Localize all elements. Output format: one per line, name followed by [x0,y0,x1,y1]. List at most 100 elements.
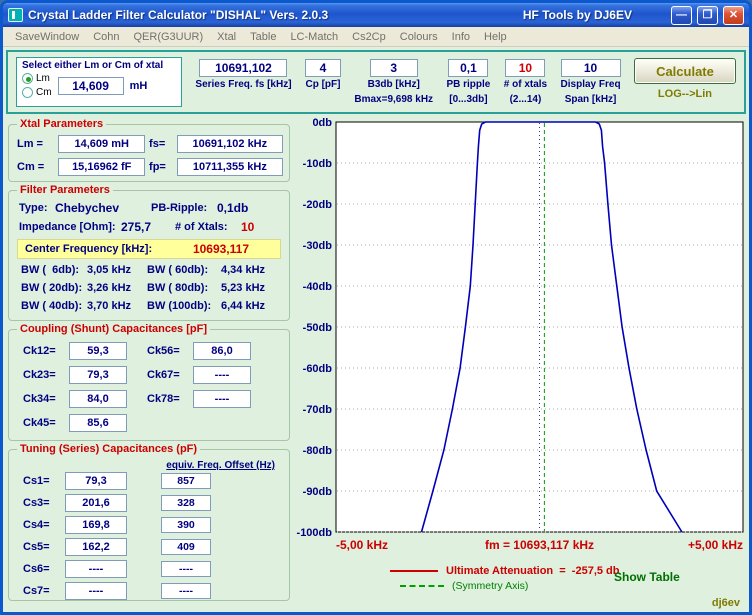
menu-lc-match[interactable]: LC-Match [283,31,345,43]
ck34-value: 84,0 [69,390,127,408]
y-axis-tick-label: -20db [303,199,333,211]
display-span-unit-label: Span [kHz] [565,94,617,107]
bw-100db-value: 6,44 kHz [221,300,281,312]
type-label: Type: [19,202,55,214]
ck45-value: 85,6 [69,414,127,432]
y-axis-tick-label: -60db [303,363,333,375]
radio-lm-label: Lm [36,73,50,84]
title-bar: Crystal Ladder Filter Calculator "DISHAL… [3,3,749,27]
num-xtals-input[interactable] [505,59,545,77]
coupling-capacitances-group: Coupling (Shunt) Capacitances [pF] Ck12=… [8,329,290,441]
lm-label: Lm = [17,138,54,150]
menu-qer-g3uur[interactable]: QER(G3UUR) [127,31,211,43]
cs3-value: 201,6 [65,494,127,512]
top-controls-panel: Select either Lm or Cm of xtal Lm Cm m [6,50,746,114]
fs-label: fs= [149,138,173,150]
series-freq-group: Series Freq. fs [kHz] [195,57,291,92]
window-title: Crystal Ladder Filter Calculator "DISHAL… [28,8,328,22]
tuning-row: Cs7= ---- ---- [23,582,281,600]
menu-cohn[interactable]: Cohn [86,31,126,43]
ck12-label: Ck12= [23,345,63,357]
pb-ripple-input[interactable] [448,59,488,77]
ck23-label: Ck23= [23,369,63,381]
lm-value-input[interactable] [58,77,124,95]
y-axis-tick-label: 0db [312,117,332,129]
tuning-capacitances-group: Tuning (Series) Capacitances (pF) equiv.… [8,449,290,601]
menu-colours[interactable]: Colours [393,31,445,43]
calculate-button[interactable]: Calculate [634,58,736,84]
ck34-label: Ck34= [23,393,63,405]
display-span-input[interactable] [561,59,621,77]
maximize-button[interactable]: ❐ [697,6,718,25]
lm-unit-label: mH [130,80,148,92]
radio-cm[interactable]: Cm [22,87,52,98]
radio-cm-dot-icon[interactable] [22,87,33,98]
coupling-row: Ck78= ---- [147,390,251,408]
y-axis-tick-label: -100db [297,527,333,539]
bw-40db-value: 3,70 kHz [87,300,147,312]
menu-table[interactable]: Table [243,31,283,43]
cp-label: Cp [pF] [305,79,340,92]
coupling-row: Ck56= 86,0 [147,342,251,360]
y-axis-tick-label: -90db [303,486,333,498]
close-button[interactable]: ✕ [723,6,744,25]
ck56-label: Ck56= [147,345,187,357]
b3db-input[interactable] [370,59,418,77]
ck78-value: ---- [193,390,251,408]
filter-parameters-group: Filter Parameters Type: Chebychev PB-Rip… [8,190,290,321]
log-lin-toggle[interactable]: LOG-->Lin [658,88,712,100]
bw-6db-value: 3,05 kHz [87,264,147,276]
ck12-value: 59,3 [69,342,127,360]
y-axis-tick-label: -10db [303,158,333,170]
coupling-left-column: Ck12= 59,3 Ck23= 79,3 Ck34= 84,0 [23,342,127,432]
cs3-offset-value: 328 [161,495,211,511]
radio-group: Lm Cm [22,73,52,98]
xtal-row: Cm = 15,16962 fF fp= 10711,355 kHz [17,158,283,176]
bw-80db-label: BW ( 80db): [147,282,221,294]
cs6-value: ---- [65,560,127,578]
num-xtals-value: 10 [241,220,254,234]
menu-info[interactable]: Info [445,31,477,43]
equiv-freq-offset-link[interactable]: equiv. Freq. Offset (Hz) [166,460,275,471]
filter-type-row: Type: Chebychev PB-Ripple: 0,1db [19,201,281,215]
xtal-parameters-title: Xtal Parameters [17,118,106,130]
menu-help[interactable]: Help [477,31,514,43]
cs1-value: 79,3 [65,472,127,490]
radio-lm-dot-icon[interactable] [22,73,33,84]
ck56-value: 86,0 [193,342,251,360]
minimize-button[interactable]: — [671,6,692,25]
bandwidth-grid: BW ( 6db): 3,05 kHz BW ( 60db): 4,34 kHz… [21,264,281,312]
pb-ripple-range-label: [0...3db] [449,94,487,107]
tuning-row: Cs4= 169,8 390 [23,516,281,534]
bw-60db-label: BW ( 60db): [147,264,221,276]
y-axis-tick-label: -50db [303,322,333,334]
b3db-group: B3db [kHz] Bmax=9,698 kHz [354,57,433,106]
radio-lm[interactable]: Lm [22,73,52,84]
ck23-value: 79,3 [69,366,127,384]
fp-value: 10711,355 kHz [177,158,283,176]
tuning-header: equiv. Freq. Offset (Hz) [9,455,289,468]
display-span-label: Display Freq [561,79,621,92]
impedance-value: 275,7 [121,220,167,234]
cp-input[interactable] [305,59,341,77]
cs5-label: Cs5= [23,541,59,553]
green-dashed-line-sample-icon [400,585,444,587]
show-table-button[interactable]: Show Table [614,570,680,584]
y-axis-tick-label: -70db [303,404,333,416]
display-span-group: Display Freq Span [kHz] [561,57,621,106]
menu-cs2cp[interactable]: Cs2Cp [345,31,393,43]
cs1-offset-value: 857 [161,473,211,489]
impedance-label: Impedance [Ohm]: [19,221,121,233]
main-row: Xtal Parameters Lm = 14,609 mH fs= 10691… [6,116,746,609]
cs4-value: 169,8 [65,516,127,534]
legend-row-symmetry-axis: (Symmetry Axis) [390,578,746,593]
client-area: Select either Lm or Cm of xtal Lm Cm m [3,47,749,612]
menu-xtal[interactable]: Xtal [210,31,243,43]
tuning-capacitances-title: Tuning (Series) Capacitances (pF) [17,443,200,455]
cs7-offset-value: ---- [161,583,211,599]
filter-parameters-title: Filter Parameters [17,184,113,196]
cs6-label: Cs6= [23,563,59,575]
ck45-label: Ck45= [23,417,63,429]
series-freq-input[interactable] [199,59,287,77]
menu-savewindow[interactable]: SaveWindow [8,31,86,43]
